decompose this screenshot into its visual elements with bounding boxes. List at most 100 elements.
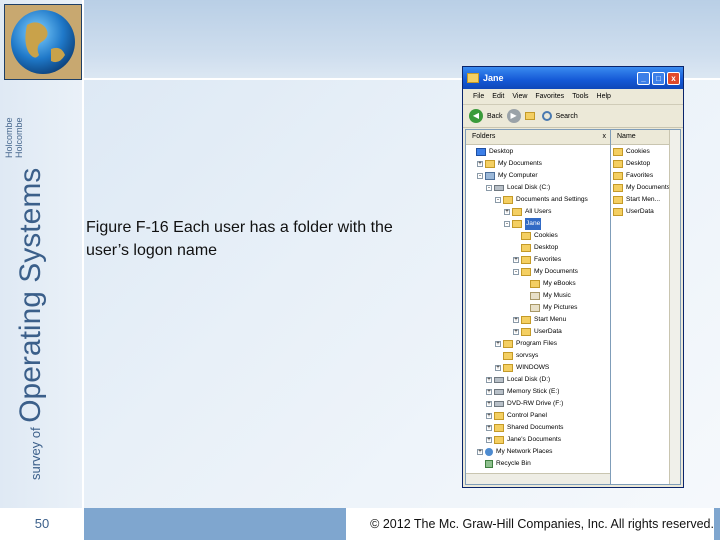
expand-icon[interactable]: + xyxy=(477,161,483,167)
folder-icon xyxy=(503,352,513,360)
search-icon[interactable] xyxy=(541,111,552,121)
folder-icon xyxy=(521,328,531,336)
tree-item[interactable]: Desktop xyxy=(513,242,558,254)
figure-caption: Figure F-16 Each user has a folder with … xyxy=(86,219,393,259)
list-item[interactable]: Desktop xyxy=(613,158,650,170)
tree-item-label: WINDOWS xyxy=(516,364,550,371)
expand-icon[interactable]: + xyxy=(477,449,483,455)
expand-icon[interactable]: + xyxy=(513,257,519,263)
expand-icon[interactable]: + xyxy=(486,413,492,419)
tree-item[interactable]: Recycle Bin xyxy=(477,458,531,470)
tree-item[interactable]: - My Documents xyxy=(513,266,578,278)
close-button[interactable]: x xyxy=(667,71,680,85)
toolbar: ◀ Back ▶ Search xyxy=(463,105,683,128)
tree-item-label: Program Files xyxy=(516,340,558,347)
net-icon xyxy=(485,448,493,456)
tree-item[interactable]: Desktop xyxy=(468,146,513,158)
tree-item-label: Documents and Settings xyxy=(516,196,588,203)
tree-item[interactable]: + UserData xyxy=(513,326,562,338)
expand-icon[interactable]: + xyxy=(495,365,501,371)
back-arrow-icon[interactable]: ◀ xyxy=(469,109,483,123)
list-item[interactable]: UserData xyxy=(613,206,654,218)
expand-icon[interactable]: + xyxy=(504,209,510,215)
minimize-button[interactable]: _ xyxy=(637,71,650,85)
tree-item[interactable]: + Memory Stick (E:) xyxy=(486,386,559,398)
collapse-icon[interactable]: - xyxy=(477,173,483,179)
expand-icon[interactable]: + xyxy=(513,317,519,323)
tree-item-label: My eBooks xyxy=(543,280,576,287)
tree-item[interactable]: - Jane xyxy=(504,218,542,230)
list-item[interactable]: Favorites xyxy=(613,170,653,182)
expand-icon[interactable]: + xyxy=(486,377,492,383)
tree-item[interactable]: + DVD-RW Drive (F:) xyxy=(486,398,563,410)
folders-pane[interactable]: Folders x Desktop + My Documents - My Comput… xyxy=(465,129,611,485)
tree-item-label: Recycle Bin xyxy=(496,460,531,467)
tree-item[interactable]: + Favorites xyxy=(513,254,561,266)
folder-icon xyxy=(521,232,531,240)
tree-item[interactable]: My eBooks xyxy=(522,278,576,290)
menu-favorites[interactable]: Favorites xyxy=(535,93,564,100)
expand-icon[interactable]: + xyxy=(486,425,492,431)
tree-item[interactable]: + All Users xyxy=(504,206,551,218)
menu-tools[interactable]: Tools xyxy=(572,93,588,100)
contents-pane[interactable]: Name Cookies Desktop Favorites My Documents… xyxy=(611,129,681,485)
tree-item[interactable]: + Shared Documents xyxy=(486,422,563,434)
back-button[interactable]: Back xyxy=(487,113,503,120)
list-item-label: Cookies xyxy=(626,148,650,155)
tree-item[interactable]: My Music xyxy=(522,290,571,302)
window-titlebar[interactable]: Jane _ □ x xyxy=(463,67,683,89)
bin-icon xyxy=(485,460,493,468)
tree-item[interactable]: Cookies xyxy=(513,230,558,242)
tree-item-label: UserData xyxy=(534,328,562,335)
tree-item[interactable]: + Local Disk (D:) xyxy=(486,374,550,386)
expand-icon[interactable]: + xyxy=(486,389,492,395)
expand-icon[interactable]: + xyxy=(486,437,492,443)
collapse-icon[interactable]: - xyxy=(486,185,492,191)
list-item[interactable]: Start Men... xyxy=(613,194,660,206)
menu-view[interactable]: View xyxy=(512,93,527,100)
expand-icon[interactable]: + xyxy=(513,329,519,335)
search-button[interactable]: Search xyxy=(556,113,578,120)
horizontal-scrollbar[interactable] xyxy=(466,473,610,484)
tree-item-label: sorvsys xyxy=(516,352,539,359)
vertical-scrollbar[interactable] xyxy=(669,130,680,484)
expand-icon[interactable]: + xyxy=(495,341,501,347)
list-item-label: Start Men... xyxy=(626,196,661,203)
tree-item-label: Shared Documents xyxy=(507,424,564,431)
tree-item-label: Cookies xyxy=(534,232,558,239)
tree-item[interactable]: + My Documents xyxy=(477,158,542,170)
tree-item[interactable]: + Control Panel xyxy=(486,410,547,422)
menu-help[interactable]: Help xyxy=(597,93,611,100)
tree-item[interactable]: - My Computer xyxy=(477,170,538,182)
expand-icon[interactable]: + xyxy=(486,401,492,407)
tree-item[interactable]: My Pictures xyxy=(522,302,577,314)
author-name: Holcombe xyxy=(4,117,14,158)
collapse-icon[interactable]: - xyxy=(504,221,510,227)
list-item[interactable]: Cookies xyxy=(613,146,650,158)
drive-icon xyxy=(494,401,504,407)
close-pane-icon[interactable]: x xyxy=(603,130,607,144)
tree-item[interactable]: + Jane's Documents xyxy=(486,434,561,446)
forward-arrow-icon[interactable]: ▶ xyxy=(506,109,521,123)
up-folder-icon[interactable] xyxy=(524,112,535,120)
tree-item[interactable]: + WINDOWS xyxy=(495,362,549,374)
menu-file[interactable]: File xyxy=(473,93,484,100)
list-item-label: UserData xyxy=(626,208,654,215)
tree-item[interactable]: + Program Files xyxy=(495,338,557,350)
comp-icon xyxy=(485,172,495,180)
maximize-button[interactable]: □ xyxy=(652,71,665,85)
folder-icon xyxy=(521,268,531,276)
folder-icon xyxy=(521,256,531,264)
folders-pane-header: Folders x xyxy=(466,130,610,145)
tree-item[interactable]: + My Network Places xyxy=(477,446,552,458)
list-item-label: Favorites xyxy=(626,172,654,179)
collapse-icon[interactable]: - xyxy=(513,269,519,275)
tree-item[interactable]: - Local Disk (C:) xyxy=(486,182,550,194)
tree-item[interactable]: - Documents and Settings xyxy=(495,194,588,206)
tree-item[interactable]: + Start Menu xyxy=(513,314,566,326)
tree-item[interactable]: sorvsys xyxy=(495,350,538,362)
collapse-icon[interactable]: - xyxy=(495,197,501,203)
tree-item-label: DVD-RW Drive (F:) xyxy=(507,400,564,407)
list-item[interactable]: My Documents xyxy=(613,182,670,194)
menu-edit[interactable]: Edit xyxy=(492,93,504,100)
